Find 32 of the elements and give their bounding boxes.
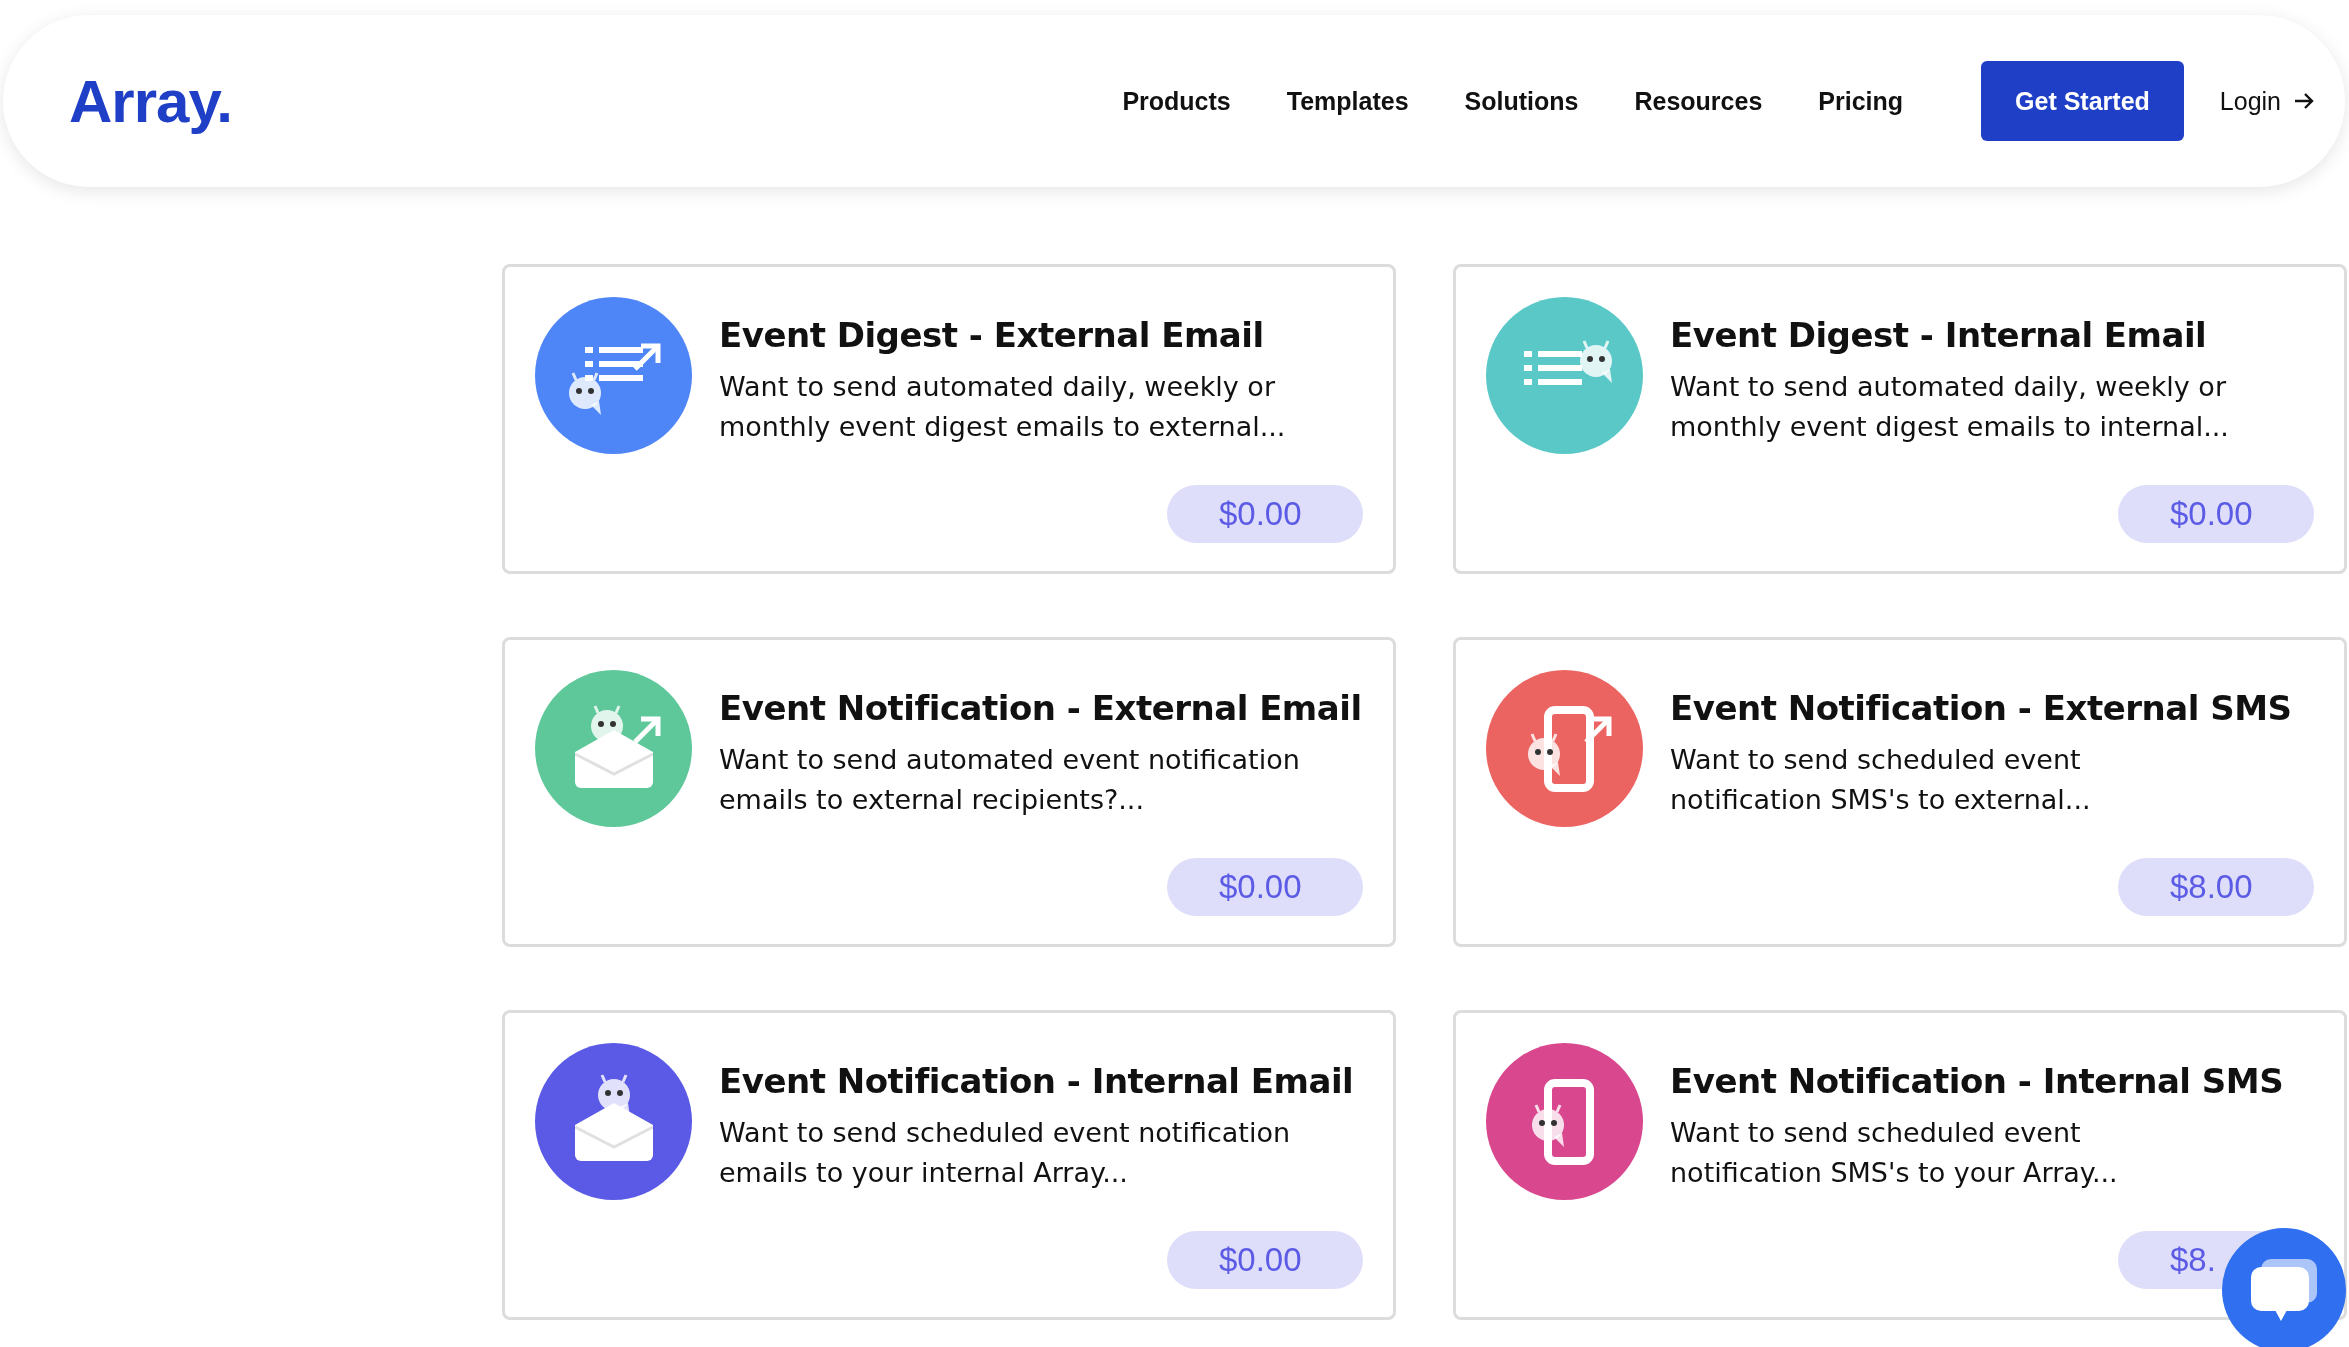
price-tag: $0.00 bbox=[2118, 485, 2314, 543]
logo[interactable]: Array. bbox=[69, 66, 232, 136]
product-card[interactable]: Event Notification - Internal SMS Want to send scheduled event notification SMS's to your Array... $8. bbox=[1453, 1010, 2347, 1320]
card-title: Event Digest - Internal Email bbox=[1670, 315, 2208, 355]
product-card[interactable]: Event Digest - Internal Email Want to send automated daily, weekly or monthly event digest emails to internal... $0.00 bbox=[1453, 264, 2347, 574]
price-tag: $0.00 bbox=[1167, 858, 1363, 916]
card-description: Want to send scheduled event notification SMS's to your Array... bbox=[1670, 1116, 2119, 1190]
card-title: Event Notification - Internal Email bbox=[719, 1061, 1355, 1101]
nav-link[interactable]: Resources bbox=[1634, 86, 1763, 116]
get-started-button[interactable]: Get Started bbox=[1981, 61, 2184, 141]
nav-link[interactable]: Products bbox=[1122, 86, 1231, 116]
login-link[interactable]: Login bbox=[2219, 86, 2315, 116]
price-tag: $8.00 bbox=[2118, 858, 2314, 916]
product-card[interactable]: Event Notification - External SMS Want to send scheduled event notification SMS's to external... $8.00 bbox=[1453, 637, 2347, 947]
card-title: Event Digest - External Email bbox=[719, 315, 1265, 355]
card-description: Want to send automated daily, weekly or monthly event digest emails to external... bbox=[719, 370, 1287, 444]
card-description: Want to send scheduled event notification emails to your internal Array... bbox=[719, 1116, 1292, 1190]
price-tag: $0.00 bbox=[1167, 485, 1363, 543]
product-card[interactable]: Event Notification - External Email Want to send automated event notification emails to external recipients?... $0.00 bbox=[502, 637, 1396, 947]
product-card[interactable]: Event Notification - Internal Email Want to send scheduled event notification emails to your internal Array... $0.00 bbox=[502, 1010, 1396, 1320]
nav-link[interactable]: Solutions bbox=[1464, 86, 1579, 116]
card-description: Want to send automated event notification emails to external recipients?... bbox=[719, 743, 1301, 817]
arrow-right-icon bbox=[2293, 91, 2315, 111]
card-description: Want to send automated daily, weekly or monthly event digest emails to internal... bbox=[1670, 370, 2230, 444]
card-title: Event Notification - External Email bbox=[719, 688, 1363, 728]
nav-link[interactable]: Pricing bbox=[1818, 86, 1904, 116]
card-title: Event Notification - Internal SMS bbox=[1670, 1061, 2285, 1101]
card-title: Event Notification - External SMS bbox=[1670, 688, 2293, 728]
nav-link[interactable]: Templates bbox=[1286, 86, 1409, 116]
card-description: Want to send scheduled event notification SMS's to external... bbox=[1670, 743, 2092, 817]
price-tag: $0.00 bbox=[1167, 1231, 1363, 1289]
product-card[interactable]: Event Digest - External Email Want to send automated daily, weekly or monthly event digest emails to external... $0.00 bbox=[502, 264, 1396, 574]
